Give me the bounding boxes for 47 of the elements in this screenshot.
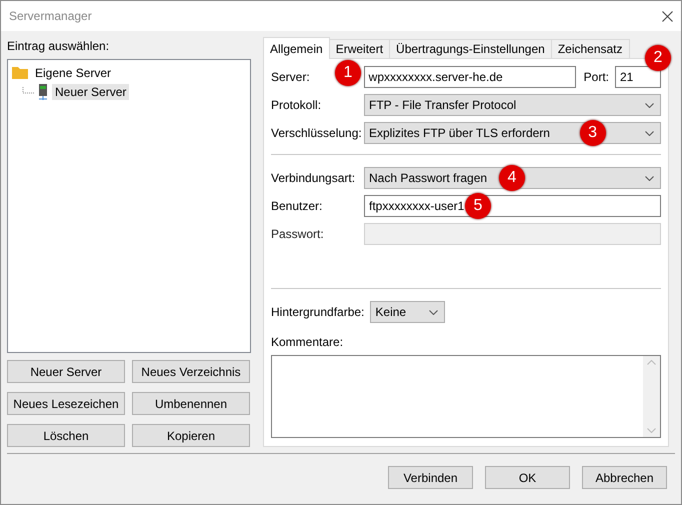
- dropdown[interactable]: FTP - File Transfer Protocol: [364, 94, 661, 116]
- scroll-down-icon[interactable]: [647, 428, 656, 433]
- field-label: Verschlüsselung:: [271, 126, 363, 140]
- field-label: Passwort:: [271, 227, 325, 241]
- window-title: Servermanager: [9, 9, 92, 23]
- tree-action-button[interactable]: Umbenennen: [132, 392, 250, 415]
- tree-action-button[interactable]: Kopieren: [132, 424, 250, 447]
- field-label: Hintergrundfarbe:: [271, 305, 364, 319]
- number-badge: 3: [580, 120, 606, 146]
- tree-action-button[interactable]: Neuer Server: [7, 360, 125, 383]
- tree-item[interactable]: Eigene Server: [32, 64, 114, 80]
- dropdown[interactable]: Nach Passwort fragen 4: [364, 167, 661, 189]
- folder-icon: [12, 66, 28, 79]
- field-label: Protokoll:: [271, 98, 322, 112]
- dropdown[interactable]: Explizites FTP über TLS erfordern 3: [364, 122, 661, 144]
- dropdown[interactable]: Keine: [370, 301, 446, 323]
- tab[interactable]: Zeichensatz: [550, 39, 630, 59]
- field-label: Server:: [271, 70, 310, 84]
- number-badge: 4: [499, 165, 525, 191]
- dialog-button[interactable]: OK: [485, 466, 570, 489]
- field-label: Benutzer:: [271, 199, 324, 213]
- scroll-up-icon[interactable]: [647, 360, 656, 365]
- tree-item[interactable]: Neuer Server: [52, 84, 130, 100]
- tree-connector-icon: [22, 86, 34, 96]
- field-label: Verbindungsart:: [271, 171, 356, 185]
- tree-action-button[interactable]: Neues Verzeichnis: [132, 360, 250, 383]
- tree-action-button[interactable]: Löschen: [7, 424, 125, 447]
- tab[interactable]: Allgemein: [263, 37, 330, 59]
- field-label: Port:: [584, 70, 609, 84]
- tree-label: Eintrag auswählen:: [7, 39, 110, 53]
- chevron-down-icon: [645, 176, 654, 180]
- field-label: Kommentare:: [271, 335, 344, 349]
- chevron-down-icon: [645, 102, 654, 108]
- chevron-down-icon: [645, 130, 654, 136]
- server-field[interactable]: wpxxxxxxxx.server-he.de: [364, 66, 576, 88]
- scrollbar[interactable]: [643, 356, 660, 437]
- dialog-button[interactable]: Abbrechen: [582, 466, 667, 489]
- chevron-down-icon: [429, 310, 438, 314]
- dialog-button[interactable]: Verbinden: [388, 466, 473, 489]
- tree-action-button[interactable]: Neues Lesezeichen: [7, 392, 125, 415]
- number-badge: 2: [645, 45, 671, 71]
- close-icon[interactable]: [662, 10, 673, 22]
- server-icon: [38, 84, 48, 100]
- comments-field[interactable]: [271, 355, 661, 438]
- number-badge: 5: [465, 193, 491, 219]
- input-field[interactable]: ftpxxxxxxxx-user1 5: [364, 195, 661, 217]
- port-field[interactable]: 21: [615, 66, 661, 88]
